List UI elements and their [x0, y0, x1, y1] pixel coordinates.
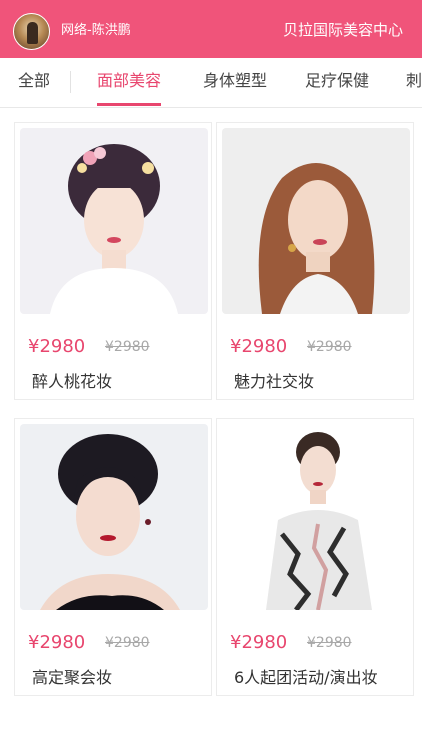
product-photo	[20, 128, 208, 314]
tab-label: 刺	[406, 71, 422, 90]
product-original-price: ¥2980	[307, 339, 352, 355]
tab-label: 面部美容	[97, 71, 162, 90]
active-tab-indicator	[97, 103, 162, 106]
tab-label: 身体塑型	[203, 71, 268, 90]
product-card[interactable]: ¥2980 ¥2980 醉人桃花妆	[14, 122, 212, 400]
tab-facial-beauty[interactable]: 面部美容	[97, 58, 162, 106]
product-name: 魅力社交妆	[234, 372, 315, 391]
product-original-price: ¥2980	[105, 635, 150, 651]
product-name: 高定聚会妆	[32, 668, 113, 687]
tab-body-shaping[interactable]: 身体塑型	[203, 58, 267, 106]
product-photo	[222, 424, 410, 610]
tab-label: 全部	[18, 71, 51, 90]
product-card[interactable]: ¥2980 ¥2980 高定聚会妆	[14, 418, 212, 696]
product-photo	[222, 128, 410, 314]
tab-all[interactable]: 全部	[18, 58, 50, 106]
product-price: ¥2980	[28, 336, 86, 357]
product-card[interactable]: ¥2980 ¥2980 6人起团活动/演出妆	[216, 418, 414, 696]
category-tabs: 全部 面部美容 身体塑型 足疗保健 刺	[0, 58, 422, 108]
app-header: 网络-陈洪鹏 贝拉国际美容中心	[0, 0, 422, 58]
shop-name: 贝拉国际美容中心	[282, 21, 403, 39]
product-price: ¥2980	[28, 632, 86, 653]
product-card[interactable]: ¥2980 ¥2980 魅力社交妆	[216, 122, 414, 400]
product-price: ¥2980	[230, 632, 288, 653]
tab-foot-care[interactable]: 足疗保健	[305, 58, 369, 106]
tab-partial[interactable]: 刺	[406, 58, 422, 106]
product-name: 醉人桃花妆	[32, 372, 113, 391]
user-name: 网络-陈洪鹏	[61, 23, 131, 38]
tab-divider	[70, 71, 71, 93]
tab-label: 足疗保健	[305, 71, 370, 90]
product-original-price: ¥2980	[307, 635, 352, 651]
product-price: ¥2980	[230, 336, 288, 357]
product-photo	[20, 424, 208, 610]
user-avatar[interactable]	[13, 13, 50, 50]
product-name: 6人起团活动/演出妆	[234, 668, 378, 687]
product-original-price: ¥2980	[105, 339, 150, 355]
